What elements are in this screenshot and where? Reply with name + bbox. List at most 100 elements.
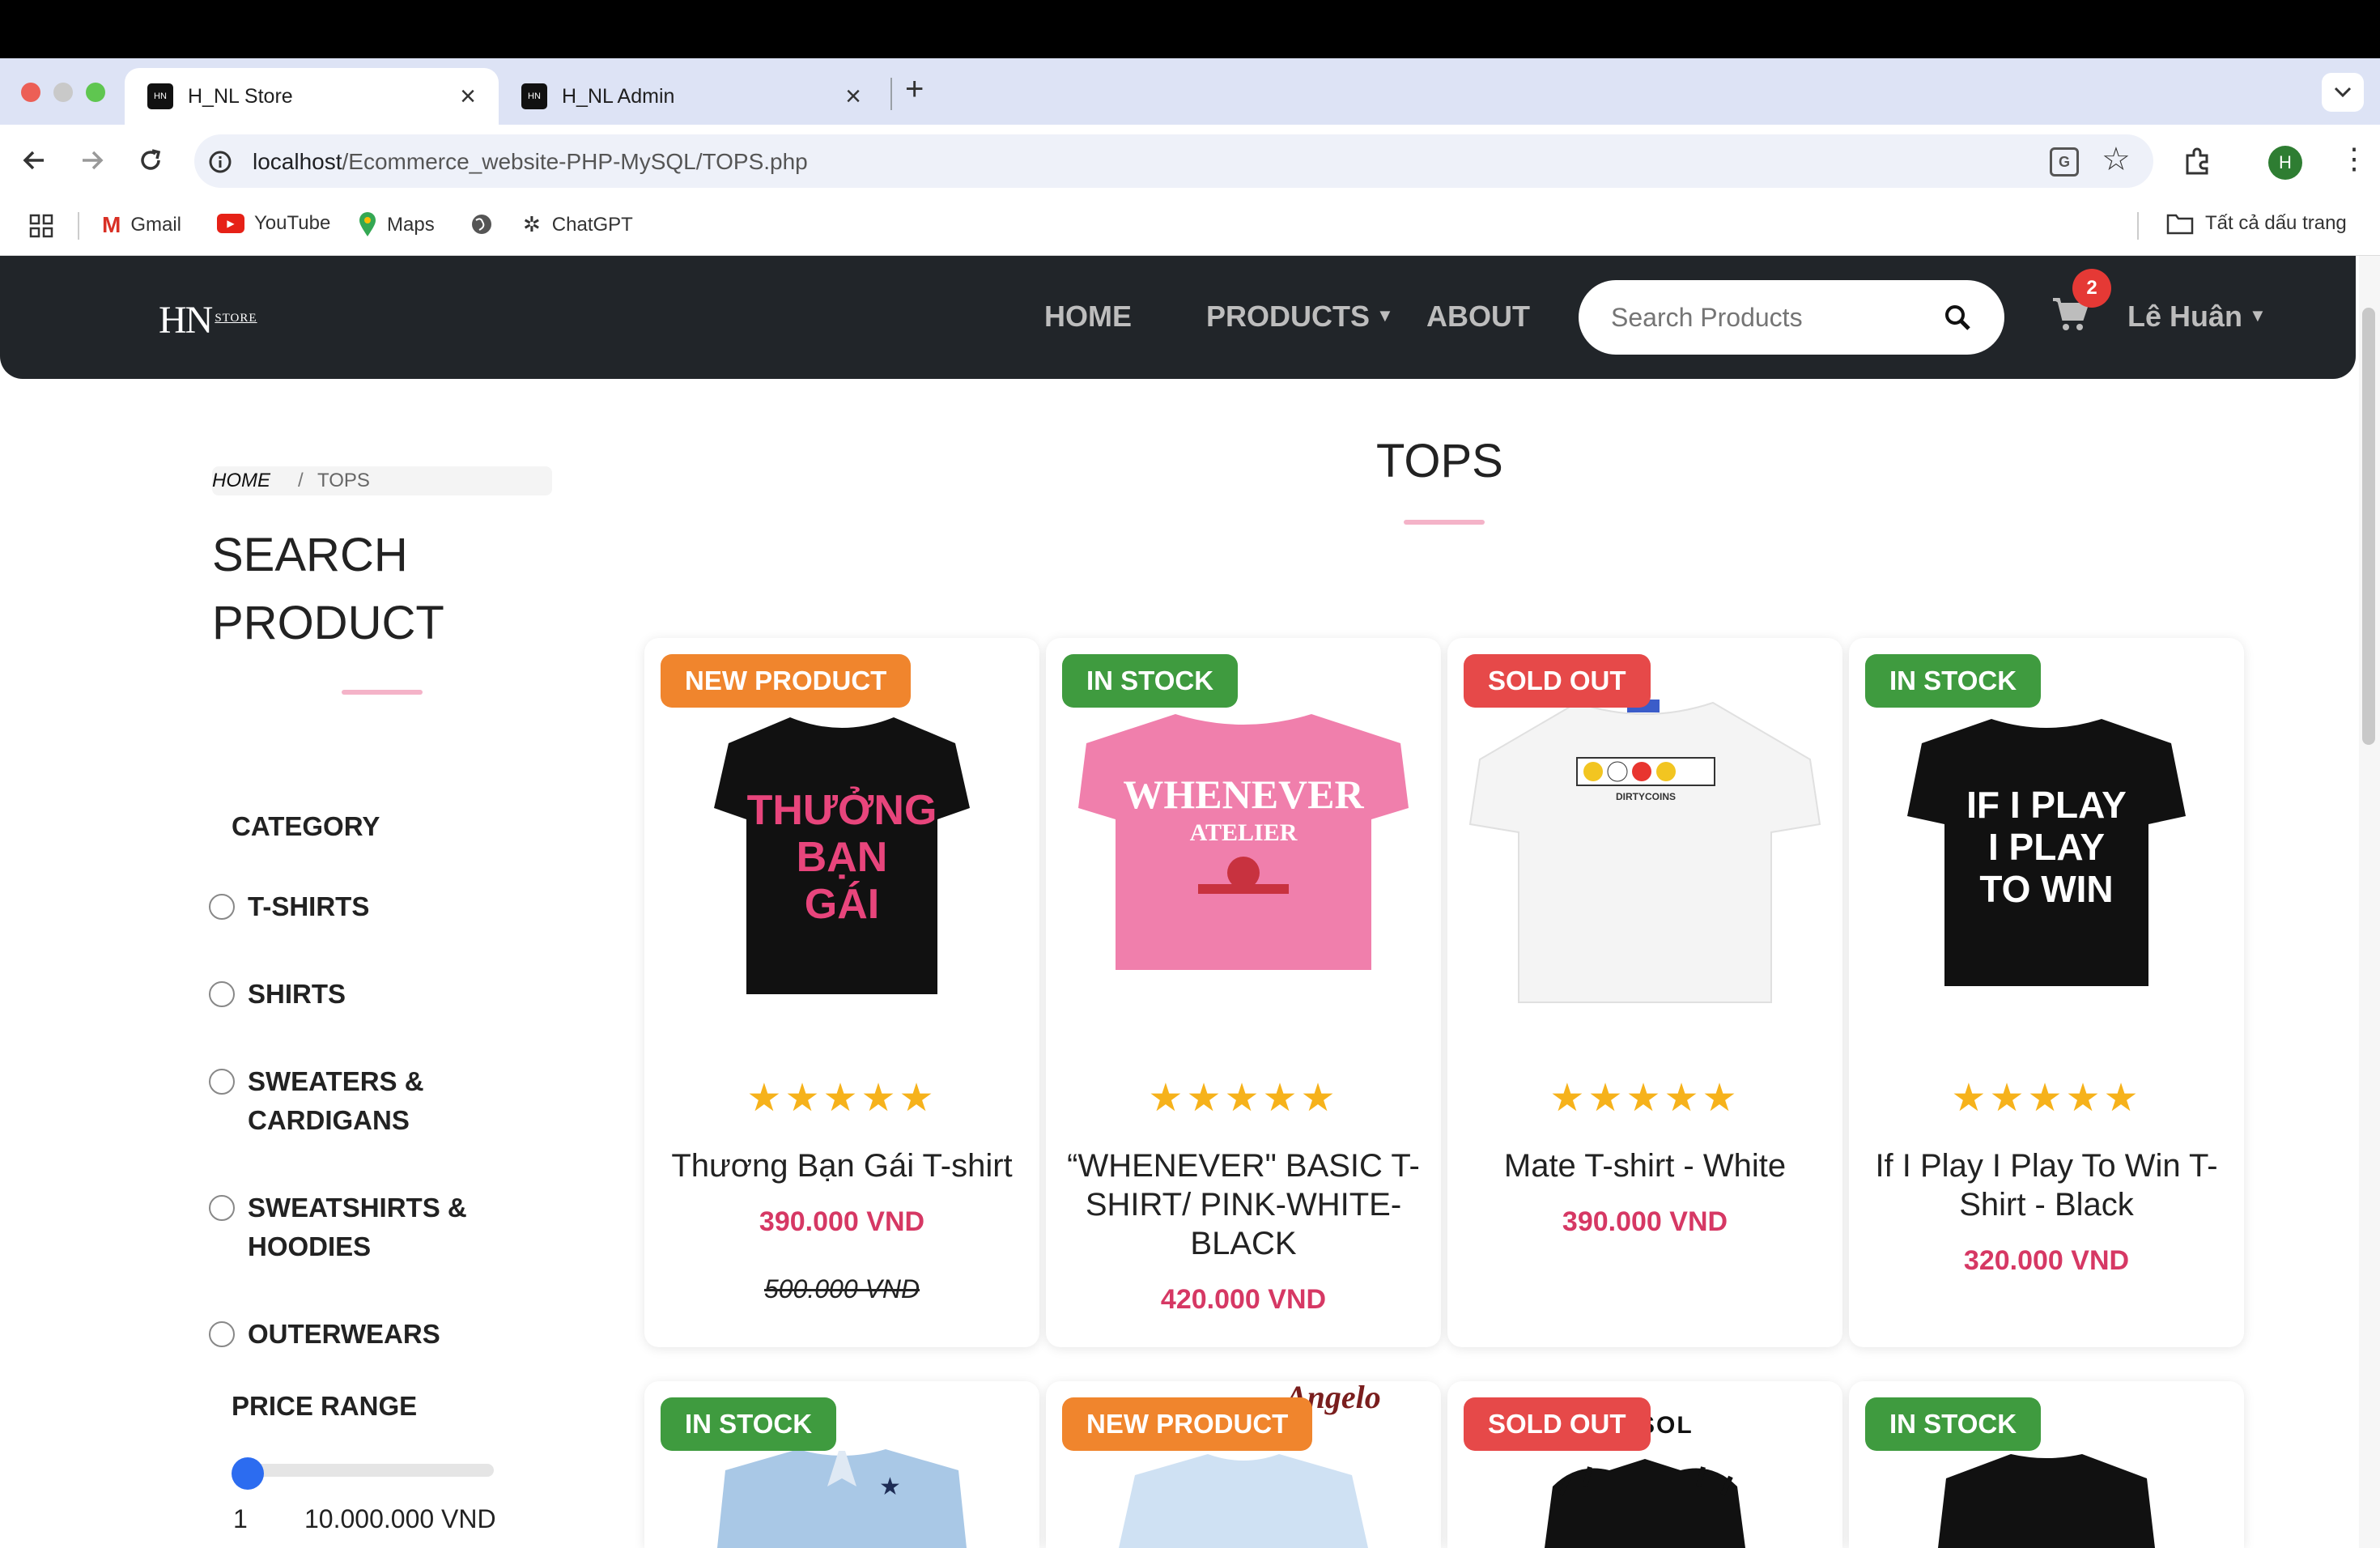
bookmark-youtube[interactable]: ▶ YouTube: [217, 212, 330, 235]
bookmark-star-icon[interactable]: ☆: [2102, 141, 2131, 178]
category-radio-sweatshirts[interactable]: [209, 1195, 235, 1221]
tab-close-icon[interactable]: ×: [460, 81, 476, 113]
nav-products[interactable]: PRODUCTS ▼: [1206, 300, 1394, 334]
product-badge: NEW PRODUCT: [1062, 1397, 1313, 1451]
product-card[interactable]: IN STOCK: [1849, 1381, 2244, 1548]
product-image[interactable]: THƯỞNG BẠN GÁI: [644, 670, 1039, 1043]
category-radio-shirts[interactable]: [209, 981, 235, 1007]
product-old-price: 500.000 VND: [763, 1274, 920, 1303]
bookmarks-bar: [0, 196, 2380, 256]
window-close-button[interactable]: [21, 83, 40, 102]
window-minimize-button[interactable]: [53, 83, 73, 102]
store-logo[interactable]: HN STORE: [159, 298, 257, 342]
bookmark-gmail[interactable]: M Gmail: [102, 212, 181, 238]
product-card[interactable]: WHENEVER ATELIER IN STOCK ★★★★★ “WHENEVE…: [1046, 638, 1441, 1347]
back-button[interactable]: [19, 146, 49, 179]
all-bookmarks-button[interactable]: Tất cả dấu trang: [2166, 212, 2347, 235]
scrollbar-thumb[interactable]: [2362, 308, 2375, 745]
category-label-sweaters[interactable]: SWEATERS & CARDIGANS: [248, 1062, 424, 1140]
breadcrumb: HOME / TOPS: [212, 466, 552, 495]
extensions-icon[interactable]: [2182, 146, 2213, 181]
search-icon[interactable]: [1943, 303, 1972, 332]
bookmark-label: YouTube: [254, 212, 331, 234]
bookmark-globe[interactable]: [470, 212, 494, 236]
product-card[interactable]: Angelo NEW PRODUCT: [1046, 1381, 1441, 1548]
product-name-line: BLACK: [1190, 1226, 1297, 1261]
nav-home[interactable]: HOME: [1044, 300, 1132, 334]
new-tab-button[interactable]: +: [905, 71, 924, 108]
reload-icon: [141, 149, 161, 170]
product-badge: IN STOCK: [661, 1397, 837, 1451]
tab-title: H_NL Store: [188, 84, 293, 108]
price-max-value: 10.000.000 VND: [304, 1504, 496, 1533]
product-badge: SOLD OUT: [1464, 654, 1651, 708]
product-image[interactable]: DIRTYCOINS: [1447, 670, 1842, 1043]
category-label-outerwears[interactable]: OUTERWEARS: [248, 1315, 440, 1354]
folder-icon: [2166, 214, 2194, 235]
tab-divider: [890, 78, 892, 110]
product-card[interactable]: DIRTYCOINS SOLD OUT ★★★★★ Mate T-shirt -…: [1447, 638, 1842, 1347]
product-name-line: Thương Bạn Gái T-shirt: [671, 1148, 1013, 1184]
product-card[interactable]: THƯỞNG BẠN GÁI NEW PRODUCT ★★★★★ Thương …: [644, 638, 1039, 1347]
price-range-track[interactable]: [233, 1464, 494, 1477]
category-radio-outerwears[interactable]: [209, 1321, 235, 1347]
svg-text:DIRTYCOINS: DIRTYCOINS: [1616, 791, 1676, 802]
user-menu[interactable]: Lê Huân ▼: [2127, 300, 2267, 334]
forward-button[interactable]: [78, 146, 107, 179]
tab-admin[interactable]: HN H_NL Admin ×: [499, 68, 884, 125]
category-label-sweatshirts[interactable]: SWEATSHIRTS & HOODIES: [248, 1189, 467, 1266]
url-text[interactable]: localhost/Ecommerce_website-PHP-MySQL/TO…: [253, 149, 808, 175]
apps-grid-icon[interactable]: [29, 214, 53, 242]
bookmark-chatgpt[interactable]: ✲ ChatGPT: [523, 212, 633, 237]
category-label-line: SWEATERS &: [248, 1066, 424, 1096]
product-card[interactable]: IF I PLAY I PLAY TO WIN IN STOCK ★★★★★ I…: [1849, 638, 2244, 1347]
nav-about[interactable]: ABOUT: [1426, 300, 1530, 334]
breadcrumb-home[interactable]: HOME: [212, 470, 270, 492]
product-name[interactable]: Thương Bạn Gái T-shirt: [644, 1146, 1039, 1185]
arrow-right-icon: [83, 151, 104, 170]
url-path: /Ecommerce_website-PHP-MySQL/TOPS.php: [342, 149, 808, 174]
rating-stars: ★★★★★: [746, 1077, 937, 1120]
profile-avatar[interactable]: H: [2268, 146, 2302, 180]
chevron-down-icon: [2334, 87, 2352, 98]
product-card[interactable]: ★ IN STOCK: [644, 1381, 1039, 1548]
product-price: 420.000 VND: [1160, 1284, 1327, 1315]
svg-text:★: ★: [879, 1474, 901, 1500]
heading-line: SEARCH: [212, 529, 408, 581]
site-info-icon[interactable]: [207, 149, 233, 179]
category-label-tshirts[interactable]: T-SHIRTS: [248, 887, 369, 926]
jacket-shape: [1545, 1459, 1745, 1548]
product-price: 320.000 VND: [1963, 1245, 2130, 1276]
rating-stars: ★★★★★: [1148, 1077, 1339, 1120]
product-image[interactable]: IF I PLAY I PLAY TO WIN: [1849, 670, 2244, 1043]
price-min-value: 1: [233, 1504, 248, 1533]
product-search-input[interactable]: [1611, 298, 1935, 337]
tab-search-button[interactable]: [2322, 73, 2364, 112]
product-name[interactable]: Mate T-shirt - White: [1447, 1146, 1842, 1185]
product-name[interactable]: “WHENEVER" BASIC T- SHIRT/ PINK-WHITE- B…: [1046, 1146, 1441, 1263]
window-zoom-button[interactable]: [86, 83, 105, 102]
arrow-left-icon: [23, 151, 44, 170]
admin-favicon-icon: HN: [521, 83, 547, 109]
category-radio-tshirts[interactable]: [209, 894, 235, 920]
category-radio-sweaters[interactable]: [209, 1069, 235, 1095]
logo-text: HN: [159, 299, 213, 342]
tab-close-icon[interactable]: ×: [845, 81, 861, 113]
svg-text:WHENEVER: WHENEVER: [1123, 772, 1364, 817]
reload-button[interactable]: [136, 146, 165, 179]
url-host: localhost: [253, 149, 342, 174]
price-range-handle[interactable]: [232, 1457, 264, 1490]
tab-store[interactable]: HN H_NL Store ×: [125, 68, 499, 125]
product-image[interactable]: WHENEVER ATELIER: [1046, 670, 1441, 1043]
product-card[interactable]: SOL SOLD OUT: [1447, 1381, 1842, 1548]
rating-stars: ★★★★★: [1549, 1077, 1740, 1120]
category-label-shirts[interactable]: SHIRTS: [248, 975, 346, 1014]
title-underline: [1404, 520, 1485, 525]
breadcrumb-current: TOPS: [317, 470, 370, 491]
browser-menu-icon[interactable]: ⋮: [2340, 144, 2369, 173]
logo-subtext: STORE: [215, 312, 257, 325]
bookmark-maps[interactable]: Maps: [358, 212, 435, 238]
translate-icon[interactable]: G: [2050, 147, 2079, 176]
svg-text:BẠN: BẠN: [797, 834, 888, 881]
product-name[interactable]: If I Play I Play To Win T- Shirt - Black: [1849, 1146, 2244, 1224]
